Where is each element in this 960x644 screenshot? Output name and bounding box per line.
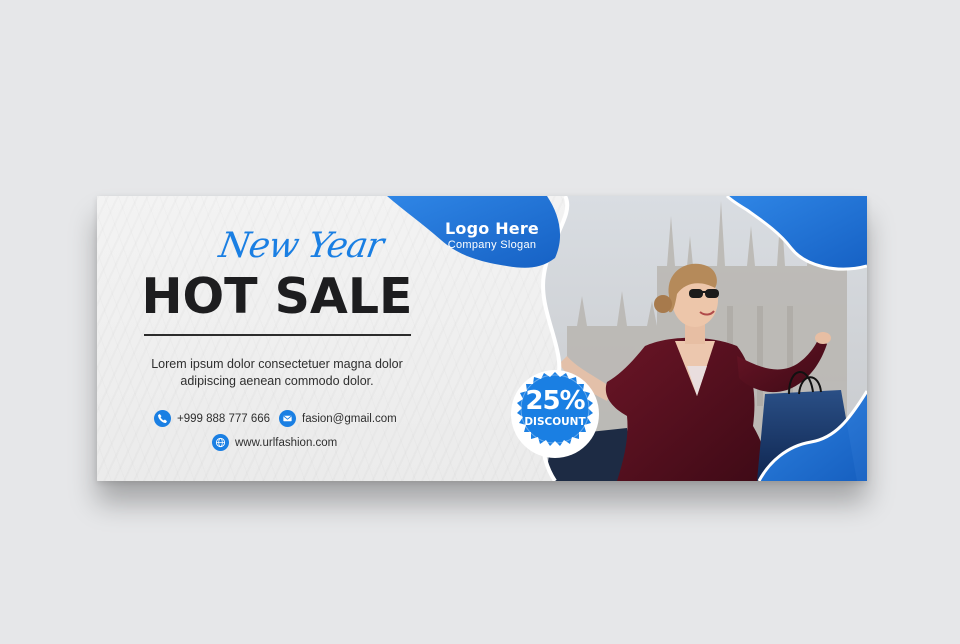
website-url: www.urlfashion.com (235, 436, 338, 449)
logo-title: Logo Here (445, 219, 539, 238)
canvas-background: New Year HOT SALE Lorem ipsum dolor cons… (0, 0, 960, 644)
company-slogan: Company Slogan (447, 239, 537, 251)
sale-banner: New Year HOT SALE Lorem ipsum dolor cons… (97, 196, 867, 481)
logo-area: Logo Here Company Slogan (432, 219, 552, 251)
contact-email: fasion@gmail.com (279, 410, 397, 427)
discount-percent: 25% (525, 386, 585, 416)
body-copy: Lorem ipsum dolor consectetuer magna dol… (151, 357, 403, 388)
script-headline: New Year (216, 226, 386, 266)
discount-text: 25% DISCOUNT (515, 388, 595, 428)
discount-label: DISCOUNT (524, 416, 586, 428)
phone-icon (154, 410, 171, 427)
contact-phone: +999 888 777 666 (154, 410, 270, 427)
envelope-icon (279, 410, 296, 427)
headline-divider (144, 334, 411, 336)
contact-website: www.urlfashion.com (212, 434, 337, 451)
email-address: fasion@gmail.com (302, 412, 397, 425)
globe-icon (212, 434, 229, 451)
phone-number: +999 888 777 666 (177, 412, 271, 425)
main-headline: HOT SALE (141, 268, 413, 325)
